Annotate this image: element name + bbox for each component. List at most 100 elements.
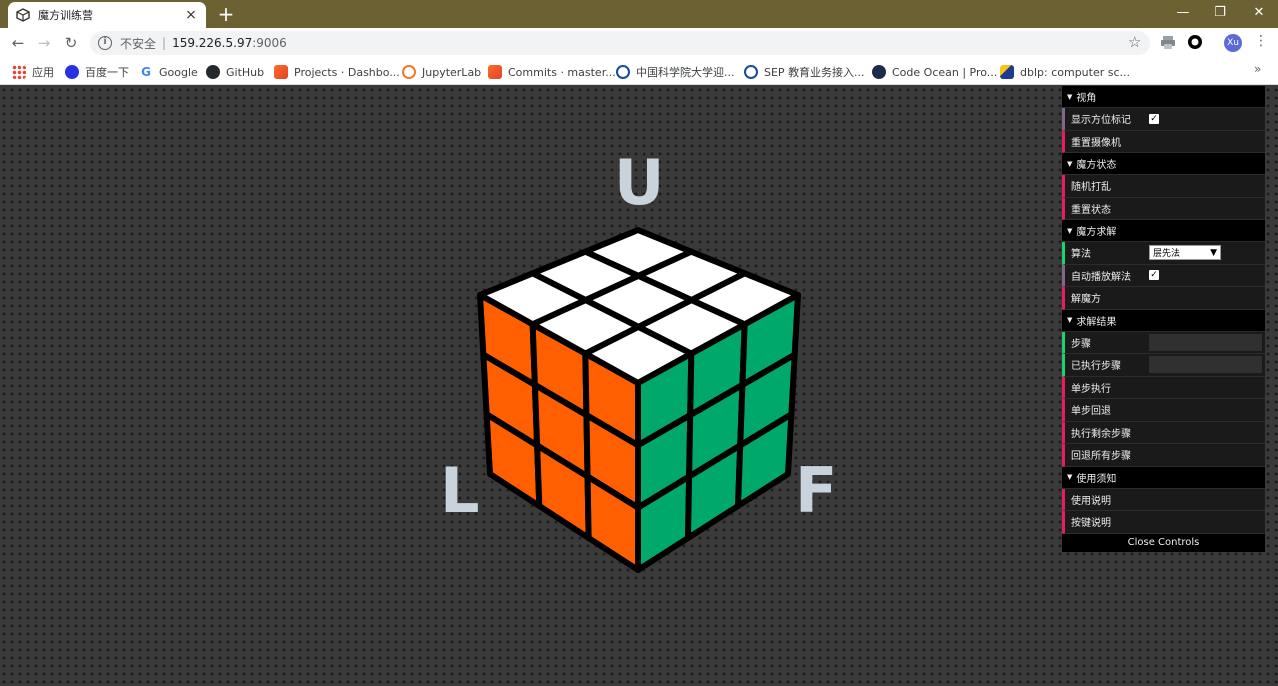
- folder-view[interactable]: ▼ 视角: [1062, 86, 1265, 108]
- bookmarks-more-icon[interactable]: »: [1254, 62, 1261, 76]
- controls-panel: ▼ 视角 显示方位标记 ✓ 重置摄像机 ▼ 魔方状态 随机打乱 重置状态 ▼ 魔方求解…: [1062, 86, 1265, 552]
- row-label: 回退所有步骤: [1071, 451, 1131, 463]
- row-label: 重置摄像机: [1071, 137, 1121, 149]
- bookmark-label: 应用: [32, 66, 54, 79]
- sep-icon: [744, 65, 758, 79]
- step-back-button[interactable]: 单步回退: [1062, 399, 1265, 422]
- step-forward-button[interactable]: 单步执行: [1062, 376, 1265, 399]
- row-label: 随机打乱: [1071, 182, 1111, 194]
- solve-button[interactable]: 解魔方: [1062, 287, 1265, 310]
- reset-camera-button[interactable]: 重置摄像机: [1062, 130, 1265, 153]
- bookmark-gitlab-projects[interactable]: Projects · Dashbo...: [274, 63, 400, 81]
- row-label: 使用说明: [1071, 495, 1111, 507]
- keys-guide-button[interactable]: 按键说明: [1062, 511, 1265, 534]
- gitlab-icon: [488, 65, 502, 79]
- close-controls-button[interactable]: Close Controls: [1062, 533, 1265, 552]
- row-label: 已执行步骤: [1071, 361, 1121, 373]
- show-markers-toggle[interactable]: 显示方位标记 ✓: [1062, 108, 1265, 131]
- minimize-button[interactable]: —: [1164, 0, 1202, 28]
- browser-tab[interactable]: 魔方训练营 ×: [8, 2, 206, 28]
- autoplay-toggle[interactable]: 自动播放解法 ✓: [1062, 264, 1265, 287]
- bookmark-jupyterlab[interactable]: JupyterLab: [402, 63, 481, 81]
- bookmark-label: JupyterLab: [422, 65, 482, 79]
- folder-title: 使用须知: [1076, 473, 1117, 485]
- browser-toolbar: ← → ↻ i 不安全 | 159.226.5.97 :9006 ☆ Xu ⋮: [0, 28, 1278, 58]
- extension-printer-icon[interactable]: [1160, 34, 1176, 50]
- bookmark-label: Projects · Dashbo...: [294, 65, 400, 79]
- usage-guide-button[interactable]: 使用说明: [1062, 488, 1265, 511]
- jupyter-icon: [402, 65, 416, 79]
- executed-steps-field[interactable]: [1149, 356, 1262, 374]
- row-label: 算法: [1071, 249, 1091, 261]
- close-window-button[interactable]: ✕: [1240, 0, 1278, 28]
- bookmark-codeocean[interactable]: Code Ocean | Pro...: [872, 63, 997, 81]
- row-label: 解魔方: [1071, 294, 1101, 306]
- undo-all-button[interactable]: 回退所有步骤: [1062, 444, 1265, 467]
- chevron-down-icon: ▼: [1067, 92, 1073, 101]
- github-icon: [206, 65, 220, 79]
- restore-button[interactable]: ❐: [1201, 0, 1239, 28]
- bookmark-gitlab-commits[interactable]: Commits · master...: [488, 63, 616, 81]
- bookmark-ucas[interactable]: 中国科学院大学迎...: [616, 63, 735, 81]
- tab-close-icon[interactable]: ×: [184, 7, 198, 23]
- cube-favicon-icon: [16, 8, 30, 22]
- bookmark-dblp[interactable]: dblp: computer sc...: [1000, 63, 1130, 81]
- row-label: 步骤: [1071, 338, 1091, 350]
- bookmark-label: Code Ocean | Pro...: [892, 65, 998, 79]
- insecure-label: 不安全: [120, 36, 157, 51]
- folder-result[interactable]: ▼ 求解结果: [1062, 309, 1265, 332]
- ucas-icon: [616, 65, 630, 79]
- row-label: 单步回退: [1071, 406, 1111, 418]
- new-tab-button[interactable]: +: [216, 3, 236, 25]
- address-host: 159.226.5.97: [172, 36, 253, 50]
- reset-state-button[interactable]: 重置状态: [1062, 197, 1265, 220]
- row-label: 显示方位标记: [1071, 115, 1131, 127]
- chevron-down-icon: ▼: [1067, 473, 1073, 481]
- apps-grid-icon: [12, 65, 26, 79]
- bookmark-star-icon[interactable]: ☆: [1128, 33, 1141, 51]
- folder-help[interactable]: ▼ 使用须知: [1062, 466, 1265, 489]
- chevron-down-icon: ▼: [1067, 159, 1073, 168]
- bookmark-label: 中国科学院大学迎...: [636, 66, 735, 79]
- reload-button[interactable]: ↻: [60, 33, 82, 53]
- profile-avatar[interactable]: Xu: [1224, 34, 1242, 52]
- codeocean-icon: [872, 65, 886, 79]
- executed-steps-row: 已执行步骤: [1062, 354, 1265, 377]
- google-icon: G: [139, 65, 153, 79]
- bookmark-label: Commits · master...: [508, 65, 616, 79]
- folder-state[interactable]: ▼ 魔方状态: [1062, 153, 1265, 175]
- dropdown-arrow-icon: ▼: [1210, 247, 1217, 258]
- algorithm-value: 层先法: [1153, 249, 1181, 260]
- extension-ring-icon[interactable]: [1187, 34, 1203, 50]
- bookmarks-bar: 应用 百度一下 G Google GitHub Projects · Dashb…: [0, 58, 1278, 85]
- tab-title: 魔方训练营: [38, 9, 93, 22]
- chevron-down-icon: ▼: [1067, 316, 1073, 324]
- info-icon[interactable]: i: [98, 36, 112, 50]
- chevron-down-icon: ▼: [1067, 226, 1073, 235]
- back-button[interactable]: ←: [7, 33, 29, 53]
- address-port: :9006: [252, 36, 287, 50]
- bookmark-google[interactable]: G Google: [139, 63, 198, 81]
- folder-solve[interactable]: ▼ 魔方求解: [1062, 220, 1265, 242]
- bookmark-sep[interactable]: SEP 教育业务接入...: [744, 63, 865, 81]
- algorithm-row: 算法 层先法 ▼: [1062, 242, 1265, 265]
- gitlab-icon: [274, 65, 288, 79]
- steps-field[interactable]: [1149, 333, 1262, 351]
- forward-button[interactable]: →: [33, 33, 55, 53]
- show-markers-checkbox[interactable]: ✓: [1149, 113, 1159, 124]
- bookmark-baidu[interactable]: 百度一下: [65, 63, 129, 81]
- algorithm-select[interactable]: 层先法 ▼: [1149, 245, 1221, 261]
- row-label: 重置状态: [1071, 204, 1111, 216]
- browser-menu-icon[interactable]: ⋮: [1254, 33, 1268, 49]
- bookmark-github[interactable]: GitHub: [206, 63, 264, 81]
- address-separator: |: [162, 36, 167, 50]
- bookmark-apps[interactable]: 应用: [12, 63, 54, 81]
- autoplay-checkbox[interactable]: ✓: [1149, 270, 1159, 281]
- row-label: 按键说明: [1071, 518, 1111, 530]
- bookmark-label: GitHub: [226, 65, 265, 79]
- folder-title: 魔方状态: [1076, 160, 1117, 171]
- address-bar[interactable]: i 不安全 | 159.226.5.97 :9006: [90, 31, 1150, 55]
- random-scramble-button[interactable]: 随机打乱: [1062, 175, 1265, 198]
- run-remaining-button[interactable]: 执行剩余步骤: [1062, 421, 1265, 444]
- bookmark-label: Google: [159, 65, 198, 79]
